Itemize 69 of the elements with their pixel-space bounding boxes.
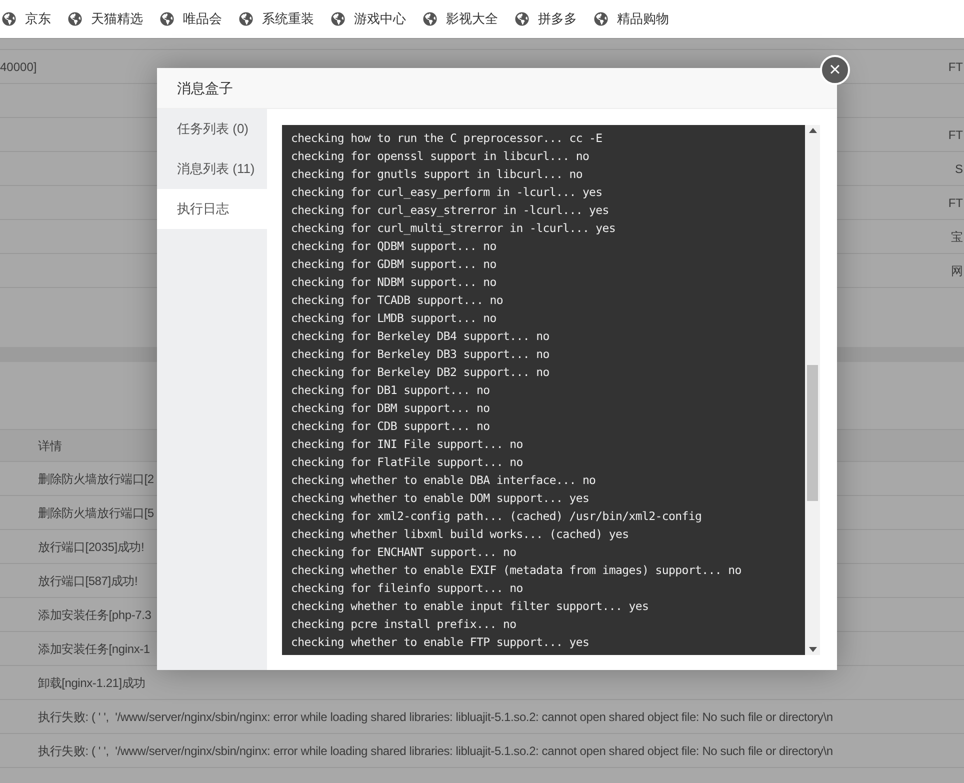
log-line: checking for CDB support... no [291,418,491,435]
log-line: checking for xml2-config path... (cached) /usr/bin/xml2-config [291,508,703,525]
globe-icon [423,12,437,26]
log-line: checking how to run the C preprocessor... cc -E [291,130,604,147]
table-cell-text: 网 [951,262,964,280]
log-line: checking for INI File support... no [291,436,524,453]
globe-icon [515,12,529,26]
globe-icon [594,12,608,26]
table-cell-text: FT [948,194,964,212]
bookmark-link[interactable]: 游戏中心 [331,9,406,29]
log-line: checking for LMDB support... no [291,310,498,327]
bookmark-link[interactable]: 影视大全 [423,9,498,29]
log-line: checking whether to enable FTP support... yes [291,634,590,651]
log-line: checking for GDBM support... no [291,256,498,273]
log-line: checking pcre install prefix... no [291,616,518,633]
table-cell-text: 删除防火墙放行端口[5 [38,504,154,522]
table-cell-text: 卸载[nginx-1.21]成功 [38,674,146,692]
globe-icon [2,12,16,26]
close-button[interactable]: × [820,55,850,85]
table-cell-text: S [954,160,964,178]
log-line: checking for Berkeley DB4 support... no [291,328,550,345]
column-header: 详情 [38,438,62,454]
table-cell-text: 宝 [951,228,964,246]
log-line: checking for curl_easy_perform in -lcurl... yes [291,184,604,201]
table-cell-text: 放行端口[587]成功! [38,572,138,590]
log-line: checking for curl_easy_strerror in -lcurl... yes [291,202,610,219]
log-line: checking whether to enable DBA interface... no [291,472,597,489]
table-cell-text: FT [948,126,964,144]
dialog-title: 消息盒子 [177,78,233,98]
scrollbar-thumb[interactable] [807,365,818,501]
log-line: checking for fileinfo support... no [291,580,524,597]
globe-icon [331,12,345,26]
log-line: checking for Berkeley DB3 support... no [291,346,550,363]
log-line: checking for DBM support... no [291,400,491,417]
sidebar-tab[interactable]: 执行日志 [157,189,267,229]
table-cell-text: 删除防火墙放行端口[2 [38,470,154,488]
log-line: checking for ENCHANT support... no [291,544,518,561]
log-line: checking for TCADB support... no [291,292,504,309]
bookmark-link[interactable]: 系统重装 [239,9,314,29]
bookmark-link[interactable]: 唯品会 [160,9,222,29]
log-line: checking for FlatFile support... no [291,454,524,471]
log-line: checking whether to enable EXIF (metadata from images) support... no [291,562,742,579]
table-cell-text: 放行端口[2035]成功! [38,538,144,556]
log-line: checking for curl_multi_strerror in -lcurl... yes [291,220,617,237]
scrollbar[interactable] [805,125,820,655]
log-line: checking whether to enable DOM support... yes [291,490,590,507]
log-line: checking whether libxml build works... (cached) yes [291,526,630,543]
log-line: checking for NDBM support... no [291,274,498,291]
globe-icon [239,12,253,26]
table-cell-text: FT [948,58,964,76]
log-line: checking for QDBM support... no [291,238,498,255]
log-line: checking for gnutls support in libcurl... no [291,166,584,183]
log-line: checking for DB1 support... no [291,382,491,399]
scroll-down-icon[interactable] [808,647,816,652]
bookmark-link[interactable]: 京东 [2,9,51,29]
globe-icon [160,12,174,26]
globe-icon [68,12,82,26]
bookmark-link[interactable]: 精品购物 [594,9,669,29]
log-line: checking for Berkeley DB2 support... no [291,364,550,381]
table-cell-text: 执行失败: ( ' ', '/www/server/nginx/sbin/nginx: error while loading shared libraries: libluajit-5.1.so.2: cannot open shared object file: No such file or directory\n [38,708,833,726]
bookmark-link[interactable]: 天猫精选 [68,9,143,29]
table-cell-text: 40000] [0,58,37,76]
scroll-up-icon[interactable] [808,128,816,133]
table-cell-text: 添加安装任务[php-7.3 [38,606,152,624]
log-line: checking whether to enable input filter support... yes [291,598,650,615]
bookmark-link[interactable]: 拼多多 [515,9,577,29]
table-cell-text: 执行失败: ( ' ', '/www/server/nginx/sbin/nginx: error while loading shared libraries: libluajit-5.1.so.2: cannot open shared object file: No such file or directory\n [38,742,833,760]
table-cell-text: 添加安装任务[nginx-1 [38,640,150,658]
log-line: checking for openssl support in libcurl... no [291,148,590,165]
